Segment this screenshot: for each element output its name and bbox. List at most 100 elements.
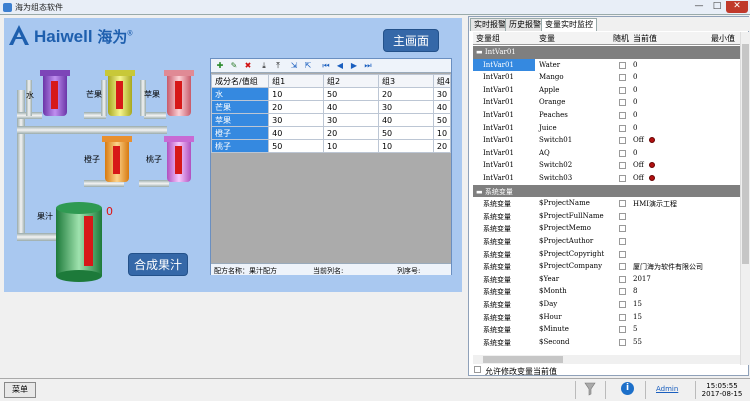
random-checkbox[interactable] bbox=[619, 137, 626, 145]
info-icon[interactable]: i bbox=[621, 382, 634, 395]
tab-history-alarm[interactable]: 历史报警 bbox=[505, 18, 545, 31]
recipe-cell[interactable]: 20 bbox=[432, 139, 452, 153]
recipe-row-name[interactable]: 桃子 bbox=[210, 139, 270, 153]
random-checkbox[interactable] bbox=[619, 288, 626, 296]
recipe-cell[interactable]: 10 bbox=[323, 139, 379, 153]
variable-row[interactable]: IntVar01 Switch03 Off bbox=[473, 172, 740, 185]
variable-row[interactable]: IntVar01 Water 0 bbox=[473, 58, 740, 72]
horizontal-scroll-thumb[interactable] bbox=[483, 356, 563, 363]
variable-row[interactable]: 系统变量 $ProjectMemo bbox=[473, 222, 740, 235]
random-checkbox[interactable] bbox=[619, 250, 626, 258]
recipe-row-name[interactable]: 芒果 bbox=[210, 100, 270, 114]
random-checkbox[interactable] bbox=[619, 326, 626, 334]
random-checkbox[interactable] bbox=[619, 162, 626, 170]
variable-row[interactable]: 系统变量 $Month 8 bbox=[473, 285, 740, 298]
random-checkbox[interactable] bbox=[619, 74, 626, 82]
variable-row[interactable]: 系统变量 $ProjectCompany 厦门海为软件有限公司 bbox=[473, 260, 740, 273]
col-header-random[interactable]: 随机 bbox=[613, 33, 629, 44]
row-value[interactable]: 0 bbox=[633, 149, 637, 157]
recipe-row[interactable]: 芒果 20 40 30 40 bbox=[210, 100, 452, 114]
variable-row[interactable]: 系统变量 $ProjectAuthor bbox=[473, 235, 740, 248]
random-checkbox[interactable] bbox=[619, 112, 626, 119]
recipe-row[interactable]: 橙子 40 20 50 10 bbox=[210, 126, 452, 140]
recipe-cell[interactable]: 40 bbox=[432, 100, 452, 114]
tab-variable-monitor[interactable]: 变量实时监控 bbox=[541, 18, 597, 31]
variable-row[interactable]: IntVar01 Switch02 Off bbox=[473, 159, 740, 172]
recipe-col-header[interactable]: 组3 bbox=[377, 74, 434, 88]
col-header-min[interactable]: 最小值 bbox=[711, 33, 735, 44]
variable-row[interactable]: 系统变量 $ProjectFullName bbox=[473, 210, 740, 223]
recipe-cell[interactable]: 40 bbox=[377, 113, 434, 127]
recipe-col-header[interactable]: 成分名/值组 bbox=[210, 74, 270, 88]
row-value[interactable]: 15 bbox=[633, 300, 642, 308]
row-value[interactable]: Off bbox=[633, 161, 644, 169]
col-header-variable[interactable]: 变量 bbox=[539, 33, 555, 44]
variable-row[interactable]: IntVar01 Apple 0 bbox=[473, 84, 740, 97]
recipe-col-header[interactable]: 组1 bbox=[268, 74, 325, 88]
random-checkbox[interactable] bbox=[619, 149, 626, 157]
next-icon[interactable]: ▶ bbox=[349, 61, 359, 71]
random-checkbox[interactable] bbox=[619, 225, 626, 233]
variable-group-row[interactable]: ▬ 系统变量 bbox=[473, 184, 740, 198]
row-value[interactable]: 厦门海为软件有限公司 bbox=[633, 262, 703, 272]
edit-icon[interactable]: ✎ bbox=[229, 61, 239, 71]
variable-row[interactable]: IntVar01 Orange 0 bbox=[473, 96, 740, 109]
row-value[interactable]: 0 bbox=[633, 111, 637, 119]
first-icon[interactable]: ⏮ bbox=[321, 61, 331, 71]
random-checkbox[interactable] bbox=[619, 275, 626, 283]
prev-icon[interactable]: ◀ bbox=[335, 61, 345, 71]
recipe-cell[interactable]: 50 bbox=[323, 87, 379, 101]
minimize-button[interactable]: — bbox=[690, 1, 708, 13]
col-header-value[interactable]: 当前值 bbox=[633, 33, 657, 44]
recipe-cell[interactable]: 30 bbox=[268, 113, 325, 127]
row-value[interactable]: 0 bbox=[633, 61, 637, 69]
current-user-link[interactable]: Admin bbox=[656, 385, 678, 393]
group-name[interactable]: ▬ 系统变量 bbox=[476, 187, 513, 197]
random-checkbox[interactable] bbox=[619, 238, 626, 245]
variable-row[interactable]: IntVar01 Juice 0 bbox=[473, 122, 740, 135]
recipe-col-header[interactable]: 组2 bbox=[323, 74, 379, 88]
tab-realtime-alarm[interactable]: 实时报警 bbox=[470, 18, 510, 31]
allow-modify-option[interactable]: 允许修改变量当前值 bbox=[474, 365, 694, 376]
download-icon[interactable]: ⤓ bbox=[259, 61, 269, 71]
group-name[interactable]: ▬ IntVar01 bbox=[476, 48, 516, 56]
recipe-cell[interactable]: 10 bbox=[268, 87, 325, 101]
delete-icon[interactable]: ✖ bbox=[243, 61, 253, 71]
random-checkbox[interactable] bbox=[619, 61, 626, 69]
variable-row[interactable]: 系统变量 $ProjectName HMI演示工程 bbox=[473, 197, 740, 210]
row-value[interactable]: 0 bbox=[633, 86, 637, 94]
export-icon[interactable]: ⇱ bbox=[303, 61, 313, 71]
row-value[interactable]: 0 bbox=[633, 124, 637, 132]
add-icon[interactable]: ✚ bbox=[215, 61, 225, 71]
random-checkbox[interactable] bbox=[619, 86, 626, 94]
recipe-row-name[interactable]: 橙子 bbox=[210, 126, 270, 140]
random-checkbox[interactable] bbox=[619, 301, 626, 308]
recipe-cell[interactable]: 40 bbox=[268, 126, 325, 140]
recipe-cell[interactable]: 50 bbox=[432, 113, 452, 127]
row-value[interactable]: 0 bbox=[633, 98, 637, 106]
recipe-cell[interactable]: 10 bbox=[377, 139, 434, 153]
random-checkbox[interactable] bbox=[619, 99, 626, 107]
recipe-cell[interactable]: 50 bbox=[377, 126, 434, 140]
recipe-row-name[interactable]: 苹果 bbox=[210, 113, 270, 127]
row-value[interactable]: 2017 bbox=[633, 275, 651, 283]
random-checkbox[interactable] bbox=[619, 175, 626, 182]
mix-juice-button[interactable]: 合成果汁 bbox=[128, 253, 188, 276]
row-value[interactable]: 0 bbox=[633, 73, 637, 81]
recipe-cell[interactable]: 20 bbox=[323, 126, 379, 140]
variable-row[interactable]: 系统变量 $Day 15 bbox=[473, 298, 740, 311]
allow-modify-checkbox[interactable] bbox=[474, 366, 481, 373]
vertical-scrollbar[interactable] bbox=[740, 32, 749, 365]
recipe-row[interactable]: 苹果 30 30 40 50 bbox=[210, 113, 452, 127]
recipe-cell[interactable]: 50 bbox=[268, 139, 325, 153]
alarm-icon[interactable] bbox=[584, 382, 596, 396]
import-icon[interactable]: ⇲ bbox=[289, 61, 299, 71]
row-value[interactable]: 5 bbox=[633, 325, 637, 333]
main-screen-button[interactable]: 主画面 bbox=[383, 29, 439, 52]
recipe-cell[interactable]: 30 bbox=[323, 113, 379, 127]
random-checkbox[interactable] bbox=[619, 338, 626, 346]
recipe-cell[interactable]: 20 bbox=[268, 100, 325, 114]
recipe-cell[interactable]: 30 bbox=[377, 100, 434, 114]
last-icon[interactable]: ⏭ bbox=[363, 61, 373, 71]
close-button[interactable]: ✕ bbox=[726, 1, 748, 13]
